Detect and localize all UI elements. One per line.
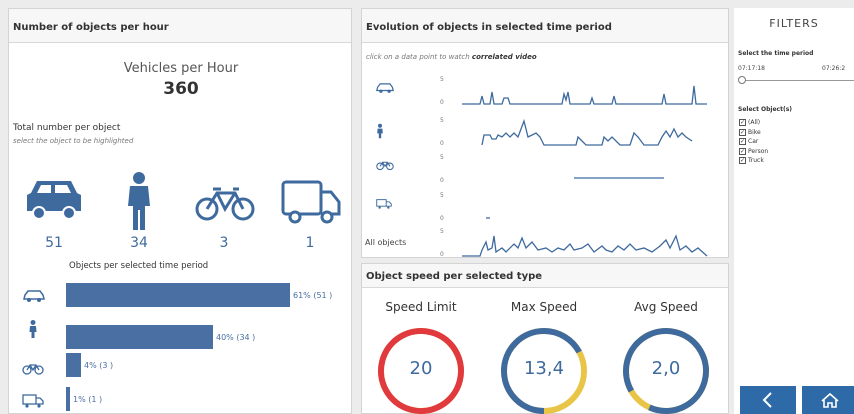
evolution-lane[interactable]: All objects 5 0	[362, 226, 730, 262]
object-checkbox-list: ✓ (All) ✓ Bike ✓ Car ✓ Person ✓ Truck	[739, 118, 768, 166]
objects-per-hour-panel: Number of objects per hour Vehicles per …	[8, 8, 352, 414]
object-checkbox[interactable]: ✓ Person	[739, 147, 768, 157]
checkmark-icon[interactable]: ✓	[739, 128, 746, 136]
evolution-panel: Evolution of objects in selected time pe…	[361, 8, 729, 258]
checkbox-label: (All)	[748, 119, 761, 127]
bike-count: 3	[219, 235, 229, 251]
lane-series-line[interactable]	[362, 152, 730, 188]
lane-series-line[interactable]	[362, 115, 730, 151]
series-line[interactable]	[462, 234, 708, 257]
checkbox-label: Person	[748, 147, 769, 155]
hint-emphasis: correlated video	[471, 53, 537, 61]
object-checkbox[interactable]: ✓ (All)	[739, 118, 768, 128]
filters-title: FILTERS	[769, 17, 819, 30]
bars-title: Objects per selected time period	[69, 261, 209, 271]
series-line[interactable]	[481, 118, 693, 146]
gauge-value: 2,0	[651, 358, 681, 379]
back-button[interactable]	[740, 386, 796, 414]
lane-series-line[interactable]	[362, 190, 730, 226]
truck-icon[interactable]	[281, 180, 341, 224]
total-subtitle: select the object to be highlighted	[13, 137, 134, 145]
checkmark-icon[interactable]: ✓	[739, 119, 746, 127]
chevron-left-icon	[762, 392, 772, 408]
person-count: 34	[130, 235, 148, 251]
gauge-title: Max Speed	[510, 300, 578, 314]
evolution-hint: click on a data point to watch correlate…	[366, 53, 537, 61]
time-slider-handle[interactable]	[738, 76, 746, 84]
lane-series-line[interactable]	[362, 74, 730, 110]
truck-count: 1	[305, 235, 315, 251]
lane-series-line[interactable]	[362, 226, 730, 262]
evolution-lane[interactable]: 50	[362, 74, 730, 110]
evolution-lane[interactable]: 50	[362, 152, 730, 188]
filters-panel: FILTERS Select the time period 07:17:18 …	[734, 8, 854, 414]
bar-label: 1% (1 )	[73, 395, 103, 404]
car-icon	[23, 290, 45, 302]
gauge-value: 20	[409, 358, 433, 379]
panel-title: Evolution of objects in selected time pe…	[362, 9, 728, 43]
gauge-title: Avg Speed	[634, 300, 698, 314]
checkmark-icon[interactable]: ✓	[739, 157, 746, 165]
home-button[interactable]	[802, 386, 854, 414]
checkmark-icon[interactable]: ✓	[739, 147, 746, 155]
checkbox-label: Bike	[748, 128, 761, 136]
bike-icon[interactable]	[195, 185, 255, 221]
bike-icon	[22, 363, 44, 375]
evolution-lane[interactable]: 50	[362, 115, 730, 151]
home-icon	[821, 392, 839, 408]
bar-3[interactable]	[66, 387, 70, 411]
panel-title: Object speed per selected type	[362, 264, 728, 288]
series-line[interactable]	[462, 85, 707, 105]
bar-label: 61% (51 )	[293, 291, 333, 300]
time-end: 07:26:2	[822, 65, 846, 72]
checkbox-label: Truck	[748, 157, 764, 165]
car-count: 51	[45, 235, 63, 251]
bar-0[interactable]	[66, 283, 290, 307]
truck-icon	[22, 394, 44, 408]
object-checkbox[interactable]: ✓ Car	[739, 137, 768, 147]
panel-title: Number of objects per hour	[9, 9, 351, 43]
dashboard: Number of objects per hour Vehicles per …	[0, 0, 854, 414]
car-icon[interactable]	[25, 177, 83, 221]
checkbox-label: Car	[748, 138, 759, 146]
gauge-value: 13,4	[523, 358, 565, 379]
objects-label: Select Object(s)	[738, 106, 793, 113]
person-icon	[28, 320, 38, 338]
vph-title: Vehicles per Hour	[123, 61, 239, 76]
bar-label: 40% (34 )	[216, 333, 256, 342]
person-icon[interactable]	[126, 172, 152, 230]
time-start: 07:17:18	[738, 65, 765, 72]
total-title: Total number per object	[13, 123, 121, 133]
evolution-lane[interactable]: 50	[362, 190, 730, 226]
bar-1[interactable]	[66, 325, 213, 349]
time-slider-track[interactable]	[742, 80, 854, 81]
vph-value: 360	[163, 79, 199, 99]
object-checkbox[interactable]: ✓ Truck	[739, 156, 768, 166]
object-checkbox[interactable]: ✓ Bike	[739, 128, 768, 138]
time-label: Select the time period	[738, 50, 814, 57]
gauge-title: Speed Limit	[385, 300, 457, 314]
bar-label: 4% (3 )	[84, 361, 114, 370]
bar-2[interactable]	[66, 353, 81, 377]
hint-text: click on a data point to watch	[366, 53, 472, 61]
checkmark-icon[interactable]: ✓	[739, 138, 746, 146]
